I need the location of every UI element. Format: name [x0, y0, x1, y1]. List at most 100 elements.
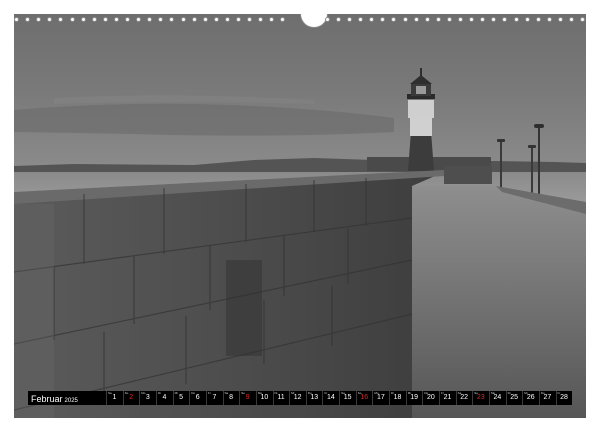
binding-ring-icon [380, 17, 386, 22]
day-cell: Fr 7 [205, 391, 222, 405]
day-number: 19 [410, 394, 419, 401]
binding-ring-icon [247, 17, 253, 22]
day-number: 23 [476, 394, 485, 401]
binding-ring-icon [158, 17, 164, 22]
day-number: 1 [112, 394, 117, 401]
day-number: 14 [327, 394, 335, 401]
binding-ring-icon [224, 17, 230, 22]
day-cell: Sa 8 [222, 391, 239, 405]
day-number: 6 [195, 394, 200, 401]
binding-ring-icon [324, 17, 330, 22]
binding-ring-icon [435, 17, 441, 22]
day-cell: Mo 3 [139, 391, 155, 405]
day-number: 27 [543, 394, 552, 401]
binding-ring-icon [258, 17, 264, 22]
binding-ring-icon [14, 17, 19, 22]
day-number: 18 [393, 394, 402, 401]
day-number: 5 [179, 394, 184, 401]
binding-ring-icon [513, 17, 519, 22]
day-number: 28 [560, 394, 568, 401]
day-cell: Fr 14 [322, 391, 338, 405]
binding-ring-icon [236, 17, 241, 22]
day-number: 3 [145, 394, 150, 401]
binding-ring-icon [358, 17, 364, 22]
month-label: Februar 2025 [31, 392, 78, 407]
day-cell: Sa 1 [106, 391, 122, 405]
lighthouse-pier-photo [14, 14, 586, 418]
binding-ring-icon [180, 17, 186, 22]
binding-ring-icon [502, 17, 508, 22]
day-number: 24 [493, 394, 502, 401]
binding-ring-icon [546, 17, 552, 22]
spiral-binding [14, 14, 586, 28]
day-cell: Mo 24 [488, 391, 505, 405]
day-cell: Mi 19 [405, 391, 422, 405]
day-number: 15 [343, 394, 352, 401]
binding-ring-icon [569, 17, 574, 22]
day-cell: Mi 5 [172, 391, 189, 405]
binding-ring-icon [480, 17, 486, 22]
day-number: 20 [426, 394, 435, 401]
day-number: 13 [310, 394, 319, 401]
binding-ring-icon [36, 17, 42, 22]
binding-ring-icon [491, 17, 497, 22]
binding-ring-icon [391, 17, 397, 22]
day-number: 10 [260, 394, 269, 401]
day-cell: Sa 22 [455, 391, 472, 405]
month-year: 2025 [64, 398, 78, 404]
binding-ring-icon [524, 17, 530, 22]
binding-ring-icon [91, 17, 97, 22]
day-cell: Di 25 [505, 391, 522, 405]
day-cell: Sa 15 [339, 391, 355, 405]
day-number: 11 [277, 394, 285, 401]
binding-ring-icon [169, 17, 175, 22]
day-cell: Do 13 [305, 391, 322, 405]
day-cell: Mi 12 [289, 391, 305, 405]
day-cell: So 2 [122, 391, 139, 405]
binding-ring-icon [335, 17, 341, 22]
day-number: 8 [229, 394, 233, 401]
day-number: 22 [460, 394, 469, 401]
binding-ring-icon [113, 17, 119, 22]
day-cell: So 23 [472, 391, 488, 405]
day-cell: Fr 28 [555, 391, 572, 405]
day-number: 9 [245, 394, 250, 401]
day-cell: Mo 17 [372, 391, 388, 405]
binding-ring-icon [446, 17, 452, 22]
binding-ring-icon [125, 17, 130, 22]
binding-ring-icon [580, 17, 586, 22]
day-number: 26 [526, 394, 535, 401]
day-cell: Di 4 [155, 391, 172, 405]
day-cell: So 9 [239, 391, 255, 405]
binding-ring-icon [25, 17, 31, 22]
day-number: 7 [212, 394, 217, 401]
binding-ring-icon [369, 17, 375, 22]
binding-ring-icon [402, 17, 408, 22]
binding-ring-icon [413, 17, 419, 22]
day-cell: Di 18 [389, 391, 405, 405]
day-cell: So 16 [355, 391, 372, 405]
binding-ring-icon [147, 17, 153, 22]
day-number: 17 [376, 394, 385, 401]
month-name: Februar [31, 394, 63, 404]
calendar-hanger-icon [300, 14, 328, 28]
day-number: 2 [129, 394, 134, 401]
binding-ring-icon [47, 17, 53, 22]
day-cell: Fr 21 [439, 391, 455, 405]
day-cell: Do 20 [422, 391, 438, 405]
binding-ring-icon [69, 17, 75, 22]
calendar-page: Februar 2025 Sa 1 So 2 Mo 3 Di 4 Mi 5 Do 6 Fr 7 Sa 8 So 9 M… [0, 0, 600, 432]
binding-ring-icon [347, 17, 352, 22]
day-number: 25 [510, 394, 518, 401]
calendar-strip: Februar 2025 Sa 1 So 2 Mo 3 Di 4 Mi 5 Do 6 Fr 7 Sa 8 So 9 M… [28, 391, 572, 405]
binding-ring-icon [535, 17, 541, 22]
day-cell: Do 6 [189, 391, 205, 405]
binding-ring-icon [469, 17, 475, 22]
binding-ring-icon [80, 17, 86, 22]
day-cell: Di 11 [272, 391, 289, 405]
day-number: 21 [443, 394, 452, 401]
day-cell: Do 27 [538, 391, 555, 405]
binding-ring-icon [280, 17, 286, 22]
binding-ring-icon [58, 17, 64, 22]
binding-ring-icon [202, 17, 208, 22]
